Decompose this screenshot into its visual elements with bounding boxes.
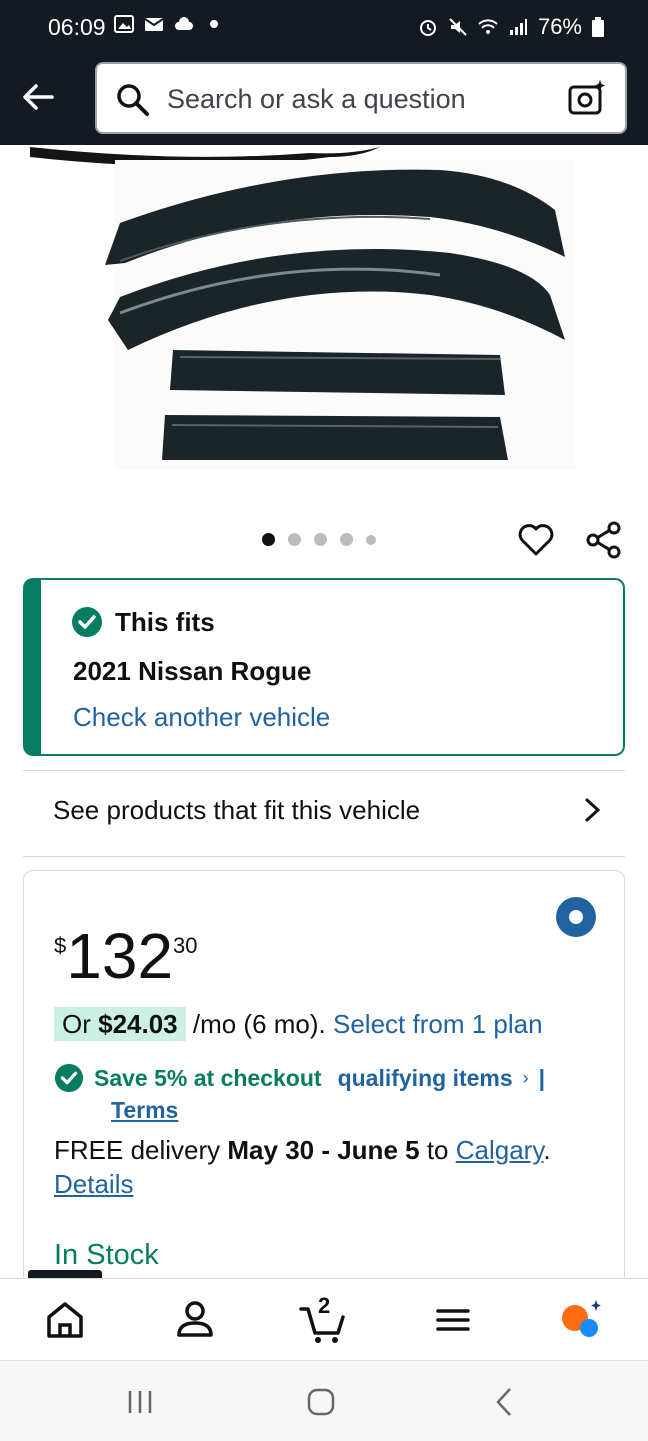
fitment-title: This fits: [71, 606, 215, 638]
recent-apps-icon[interactable]: [123, 1385, 157, 1419]
status-bar: 06:09 76%: [0, 0, 648, 55]
battery-icon: [592, 17, 604, 37]
alarm-icon: [419, 20, 436, 36]
see-products-link[interactable]: See products that fit this vehicle: [53, 795, 420, 826]
carousel-dot[interactable]: [288, 533, 301, 546]
home-button-icon[interactable]: [304, 1385, 338, 1419]
stock-status: In Stock: [54, 1239, 159, 1271]
bottom-nav: 2: [0, 1270, 648, 1361]
heart-icon[interactable]: [516, 520, 556, 560]
delivery-details-link[interactable]: Details: [54, 1169, 133, 1199]
chevron-right-icon[interactable]: [580, 796, 606, 824]
notification-icons: [114, 14, 224, 34]
search-placeholder: Search or ask a question: [167, 84, 466, 114]
delivery-info: FREE delivery May 30 - June 5 to Calgary…: [54, 1135, 551, 1199]
separator-bar: |: [538, 1064, 546, 1091]
price-currency: $: [54, 933, 67, 958]
price-whole: 132: [66, 920, 174, 992]
menu-icon[interactable]: [428, 1295, 478, 1345]
camera-search-icon[interactable]: [567, 78, 607, 118]
select-plan-link[interactable]: Select from 1 plan: [333, 1009, 543, 1039]
monthly-suffix: /mo (6 mo).: [185, 1009, 333, 1039]
save-text: Save 5% at checkout: [94, 1064, 322, 1091]
app-header: Search or ask a question: [0, 55, 648, 145]
divider: [23, 770, 625, 771]
delivery-prefix: FREE delivery: [54, 1135, 228, 1165]
save-promo: Save 5% at checkout qualifying items › |: [54, 1063, 545, 1093]
cart-count: 2: [318, 1293, 331, 1318]
monthly-payment: Or $24.03 /mo (6 mo). Select from 1 plan: [54, 1007, 543, 1041]
fitment-title-text: This fits: [115, 606, 215, 637]
buy-option-radio[interactable]: [556, 897, 596, 937]
monthly-prefix: Or: [62, 1009, 99, 1039]
carousel-dot[interactable]: [340, 533, 353, 546]
mail-icon: [144, 18, 164, 31]
check-circle-icon: [72, 607, 102, 637]
delivery-dates: May 30 - June 5: [227, 1135, 420, 1165]
system-icons: 76%: [418, 14, 604, 40]
delivery-to: to: [419, 1135, 456, 1165]
home-icon[interactable]: [40, 1295, 90, 1345]
price-fraction: 30: [173, 933, 198, 958]
dot-icon: [210, 20, 218, 28]
back-button-icon[interactable]: [488, 1385, 522, 1419]
system-nav-bar: [0, 1360, 648, 1441]
chevron-right-icon: ›: [522, 1067, 529, 1088]
monthly-amount: $24.03: [98, 1009, 178, 1039]
rufus-assistant-icon[interactable]: [556, 1295, 606, 1345]
fitment-box: This fits 2021 Nissan Rogue Check anothe…: [23, 578, 625, 756]
fitment-vehicle: 2021 Nissan Rogue: [73, 656, 312, 686]
divider: [23, 856, 625, 857]
mute-icon: [449, 18, 467, 36]
carousel-dot[interactable]: [314, 533, 327, 546]
profile-icon[interactable]: [170, 1295, 220, 1345]
wifi-icon: [478, 19, 498, 34]
delivery-location-link[interactable]: Calgary: [456, 1135, 544, 1165]
product-image[interactable]: [30, 145, 620, 475]
price-card: $ 132 30 Or $24.03 /mo (6 mo). Select fr…: [23, 870, 625, 1300]
share-icon[interactable]: [584, 520, 624, 560]
check-another-vehicle-link[interactable]: Check another vehicle: [73, 702, 330, 733]
signal-icon: [509, 19, 527, 35]
search-icon: [117, 84, 149, 116]
price: $ 132 30: [54, 921, 198, 991]
carousel-dot[interactable]: [366, 534, 376, 545]
battery-percent: 76%: [537, 14, 582, 39]
back-arrow-icon[interactable]: [18, 77, 58, 117]
gallery-icon: [114, 15, 134, 33]
cloud-icon: [175, 17, 193, 30]
monthly-pill: Or $24.03: [54, 1007, 186, 1041]
image-carousel-dots[interactable]: [262, 533, 376, 546]
active-tab-indicator: [28, 1270, 102, 1278]
carousel-dot[interactable]: [262, 533, 275, 546]
qualifying-items-link[interactable]: qualifying items: [338, 1065, 513, 1092]
search-bar[interactable]: Search or ask a question: [95, 62, 627, 134]
terms-link[interactable]: Terms: [111, 1097, 178, 1124]
status-time: 06:09: [48, 14, 106, 40]
check-circle-icon: [54, 1063, 84, 1093]
